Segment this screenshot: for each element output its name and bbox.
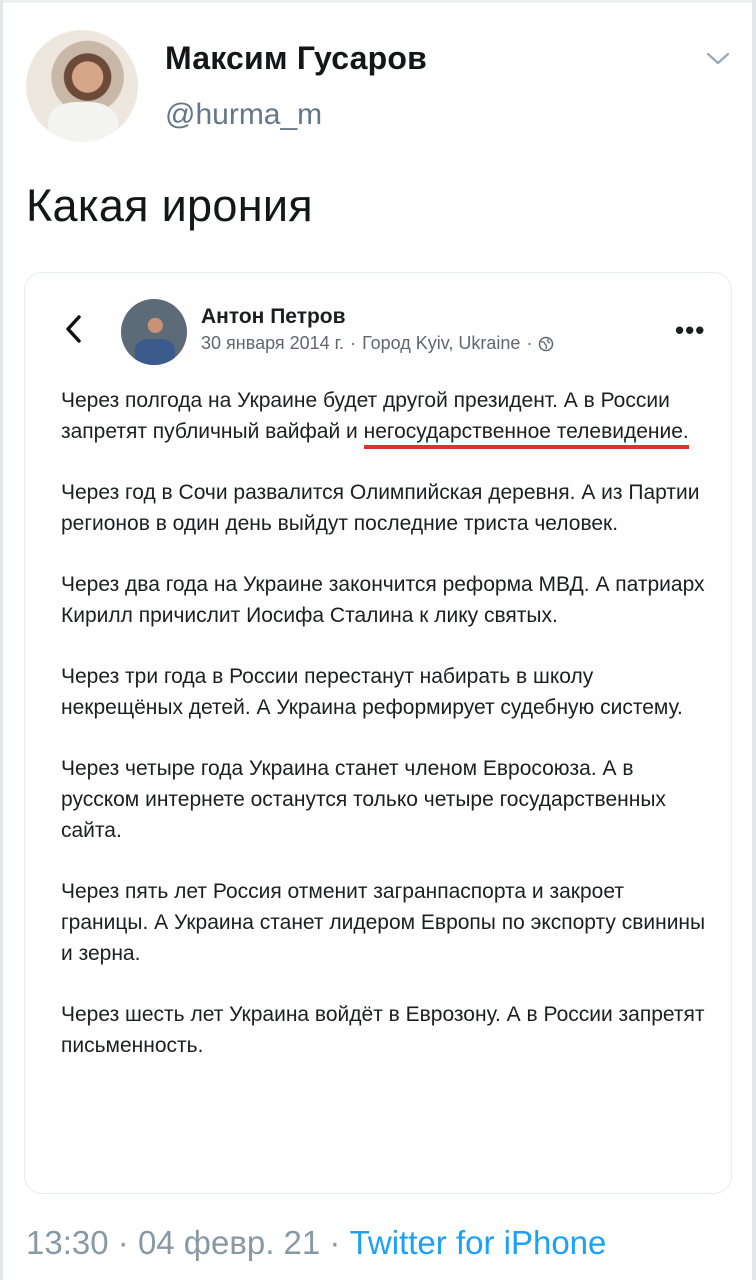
tweet-footer: 13:30 · 04 февр. 21 · Twitter for iPhone bbox=[26, 1224, 606, 1262]
chevron-down-icon[interactable] bbox=[704, 48, 732, 70]
more-options-icon[interactable]: ••• bbox=[675, 315, 705, 346]
frame-right-border bbox=[752, 0, 756, 1280]
post-date: 30 января 2014 г. bbox=[201, 333, 345, 353]
tweet-date[interactable]: 04 февр. 21 bbox=[138, 1224, 320, 1261]
post-location[interactable]: Город Kyiv, Ukraine bbox=[362, 333, 520, 354]
post-paragraph: Через шесть лет Украина войдёт в Еврозон… bbox=[61, 1003, 705, 1057]
author-name[interactable]: Максим Гусаров bbox=[165, 40, 427, 77]
highlighted-phrase: негосударственное телевидение. bbox=[363, 420, 689, 449]
post-paragraph: Через полгода на Украине будет другой пр… bbox=[61, 385, 709, 449]
footer-separator: · bbox=[117, 1224, 129, 1261]
post-author-name[interactable]: Антон Петров bbox=[201, 305, 346, 329]
embedded-post-card: Антон Петров 30 января 2014 г. · Город K… bbox=[24, 272, 732, 1194]
post-paragraph: Через пять лет Россия отменит загранпасп… bbox=[61, 880, 706, 965]
author-avatar[interactable] bbox=[26, 30, 138, 142]
tweet-text: Какая ирония bbox=[26, 180, 313, 231]
frame-top-border bbox=[0, 0, 756, 3]
post-meta: 30 января 2014 г. · Город Kyiv, Ukraine … bbox=[201, 333, 554, 354]
post-paragraph: Через два года на Украине закончится реф… bbox=[61, 573, 705, 627]
tweet-source-link[interactable]: Twitter for iPhone bbox=[350, 1224, 607, 1261]
tweet-time[interactable]: 13:30 bbox=[26, 1224, 109, 1261]
post-author-avatar[interactable] bbox=[121, 299, 187, 365]
post-meta-separator: · bbox=[350, 333, 357, 353]
post-paragraph: Через три года в России перестанут набир… bbox=[61, 665, 683, 719]
author-handle[interactable]: @hurma_m bbox=[165, 98, 322, 132]
post-body: Через полгода на Украине будет другой пр… bbox=[61, 385, 709, 1091]
post-paragraph: Через год в Сочи развалится Олимпийская … bbox=[61, 481, 700, 535]
back-arrow-icon[interactable] bbox=[63, 311, 91, 347]
post-meta-separator: · bbox=[526, 333, 533, 353]
footer-separator: · bbox=[329, 1224, 341, 1261]
post-paragraph: Через четыре года Украина станет членом … bbox=[61, 757, 666, 842]
globe-icon bbox=[538, 336, 554, 352]
frame-left-border bbox=[0, 0, 3, 1280]
